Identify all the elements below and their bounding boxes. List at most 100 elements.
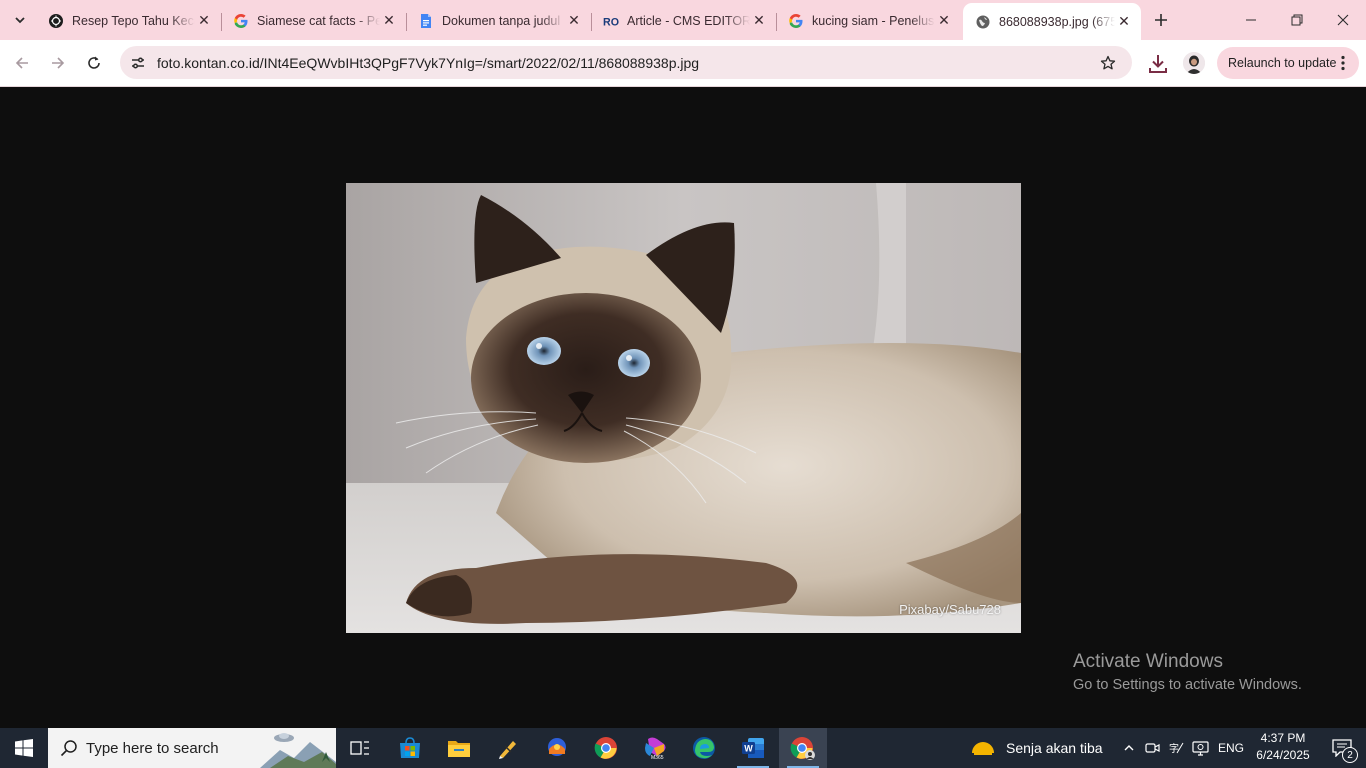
tab-kucing-siam[interactable]: kucing siam - Penelusuran Google ✕ — [776, 3, 961, 38]
tab-cms-editor[interactable]: RO Article - CMS EDITOR ✕ — [591, 3, 777, 38]
weather-widget[interactable]: Senja akan tiba — [970, 728, 1103, 768]
taskbar-google-chrome-profile[interactable] — [779, 728, 827, 768]
language-indicator[interactable]: ENG — [1218, 728, 1244, 768]
svg-text:W: W — [744, 744, 753, 754]
search-placeholder: Type here to search — [86, 739, 219, 757]
search-highlight-illustration-icon — [260, 728, 336, 768]
svg-text:RO: RO — [603, 16, 619, 28]
reload-button[interactable] — [79, 48, 109, 78]
photo-credit: Pixabay/Sabu728 — [899, 602, 1001, 617]
watermark-title: Activate Windows — [1073, 651, 1223, 672]
plus-icon — [1155, 14, 1167, 26]
tray-meet-now[interactable] — [1143, 728, 1163, 768]
google-icon — [788, 13, 804, 29]
site-info-icon[interactable] — [128, 53, 148, 73]
task-view-button[interactable] — [336, 728, 384, 768]
url-text[interactable]: foto.kontan.co.id/INt4EeQWvbIHt3QPgF7Vyk… — [157, 55, 699, 71]
close-window-button[interactable] — [1320, 0, 1366, 40]
google-icon — [233, 13, 249, 29]
taskbar-microsoft-edge[interactable] — [680, 728, 728, 768]
clock-date: 6/24/2025 — [1256, 748, 1310, 762]
more-vertical-icon[interactable] — [1335, 54, 1351, 72]
minimize-icon — [1246, 19, 1256, 21]
forward-button[interactable] — [43, 48, 73, 78]
reload-icon — [88, 56, 100, 69]
close-icon[interactable]: ✕ — [750, 12, 768, 30]
taskbar-file-explorer[interactable] — [435, 728, 483, 768]
downloads-button[interactable] — [1145, 50, 1171, 78]
camera-icon — [1145, 743, 1160, 753]
windows-taskbar: Type here to search M365 W Senja akan ti… — [0, 728, 1366, 768]
edge-icon — [693, 737, 715, 759]
tab-siamese-facts[interactable]: Siamese cat facts - Penelusuran Google ✕ — [221, 3, 407, 38]
microsoft-365-icon: M365 — [645, 737, 666, 760]
google-docs-icon — [418, 13, 434, 29]
tab-title: Article - CMS EDITOR — [627, 13, 750, 28]
taskbar-microsoft-word[interactable]: W — [729, 728, 777, 768]
ime-icon: 字 — [1169, 742, 1184, 755]
close-icon[interactable]: ✕ — [380, 12, 398, 30]
chrome-icon — [594, 737, 617, 759]
microsoft-store-icon — [400, 737, 420, 758]
show-hidden-icons-button[interactable] — [1118, 728, 1140, 768]
tab-search-button[interactable] — [8, 8, 32, 32]
chevron-up-icon — [1124, 745, 1134, 751]
profile-avatar[interactable] — [1183, 52, 1205, 74]
taskbar-microsoft-365[interactable]: M365 — [631, 728, 679, 768]
folder-icon — [448, 741, 470, 757]
cat-photo[interactable]: Pixabay/Sabu728 — [346, 183, 1021, 633]
close-icon — [1337, 14, 1349, 26]
notification-count-badge: 2 — [1342, 747, 1358, 763]
word-icon: W — [742, 738, 764, 758]
minimize-button[interactable] — [1228, 0, 1274, 40]
relaunch-label: Relaunch to update — [1228, 56, 1337, 70]
image-viewer: Pixabay/Sabu728 Activate Windows Go to S… — [0, 87, 1366, 728]
tab-title: Dokumen tanpa judul — [442, 13, 561, 28]
close-icon[interactable]: ✕ — [1115, 13, 1133, 31]
cms-icon: RO — [603, 13, 619, 29]
svg-text:M365: M365 — [651, 755, 664, 760]
address-bar[interactable]: foto.kontan.co.id/INt4EeQWvbIHt3QPgF7Vyk… — [120, 46, 1132, 79]
search-icon — [60, 739, 78, 757]
watermark-subtitle: Go to Settings to activate Windows. — [1073, 677, 1302, 693]
tray-network[interactable] — [1190, 728, 1212, 768]
close-icon[interactable]: ✕ — [935, 12, 953, 30]
close-icon[interactable]: ✕ — [195, 12, 213, 30]
chrome-profile-icon — [790, 737, 815, 760]
tab-dokumen[interactable]: Dokumen tanpa judul ✕ — [406, 3, 592, 38]
bookmark-star-icon[interactable] — [1098, 53, 1118, 73]
restore-button[interactable] — [1274, 0, 1320, 40]
arrow-left-icon — [15, 57, 28, 69]
tab-title: Siamese cat facts - Penelusuran Google — [257, 13, 380, 28]
taskbar-microsoft-store[interactable] — [386, 728, 434, 768]
chatgpt-icon — [48, 13, 64, 29]
tab-strip: Resep Tepo Tahu Kecap ✕ Siamese cat fact… — [0, 0, 1366, 40]
new-tab-button[interactable] — [1150, 9, 1172, 31]
pen-icon — [499, 741, 516, 759]
tab-title: kucing siam - Penelusuran Google — [812, 13, 935, 28]
windows-logo-icon — [15, 739, 33, 757]
tray-input-method[interactable]: 字 — [1166, 728, 1186, 768]
taskbar-pen-app[interactable] — [484, 728, 532, 768]
taskbar-app-bubble[interactable] — [533, 728, 581, 768]
close-icon[interactable]: ✕ — [565, 12, 583, 30]
browser-toolbar: foto.kontan.co.id/INt4EeQWvbIHt3QPgF7Vyk… — [0, 40, 1366, 87]
tab-title: Resep Tepo Tahu Kecap — [72, 13, 195, 28]
start-button[interactable] — [0, 728, 48, 768]
system-clock[interactable]: 4:37 PM 6/24/2025 — [1248, 730, 1318, 766]
chevron-down-icon — [15, 17, 25, 24]
siamese-cat-illustration — [346, 183, 1021, 633]
back-button[interactable] — [7, 48, 37, 78]
relaunch-to-update-button[interactable]: Relaunch to update — [1217, 47, 1359, 79]
weather-text: Senja akan tiba — [1006, 740, 1103, 756]
clock-time: 4:37 PM — [1260, 731, 1306, 745]
arrow-right-icon — [52, 57, 65, 69]
tab-active-image[interactable]: 868088938p.jpg (675×450) ✕ — [963, 3, 1141, 40]
taskbar-search-box[interactable]: Type here to search — [48, 728, 336, 768]
taskbar-google-chrome[interactable] — [582, 728, 630, 768]
task-view-icon — [350, 741, 369, 755]
tab-resep[interactable]: Resep Tepo Tahu Kecap ✕ — [36, 3, 222, 38]
action-center-button[interactable]: 2 — [1322, 728, 1362, 768]
restore-icon — [1291, 14, 1303, 26]
tab-title: 868088938p.jpg (675×450) — [999, 14, 1115, 29]
